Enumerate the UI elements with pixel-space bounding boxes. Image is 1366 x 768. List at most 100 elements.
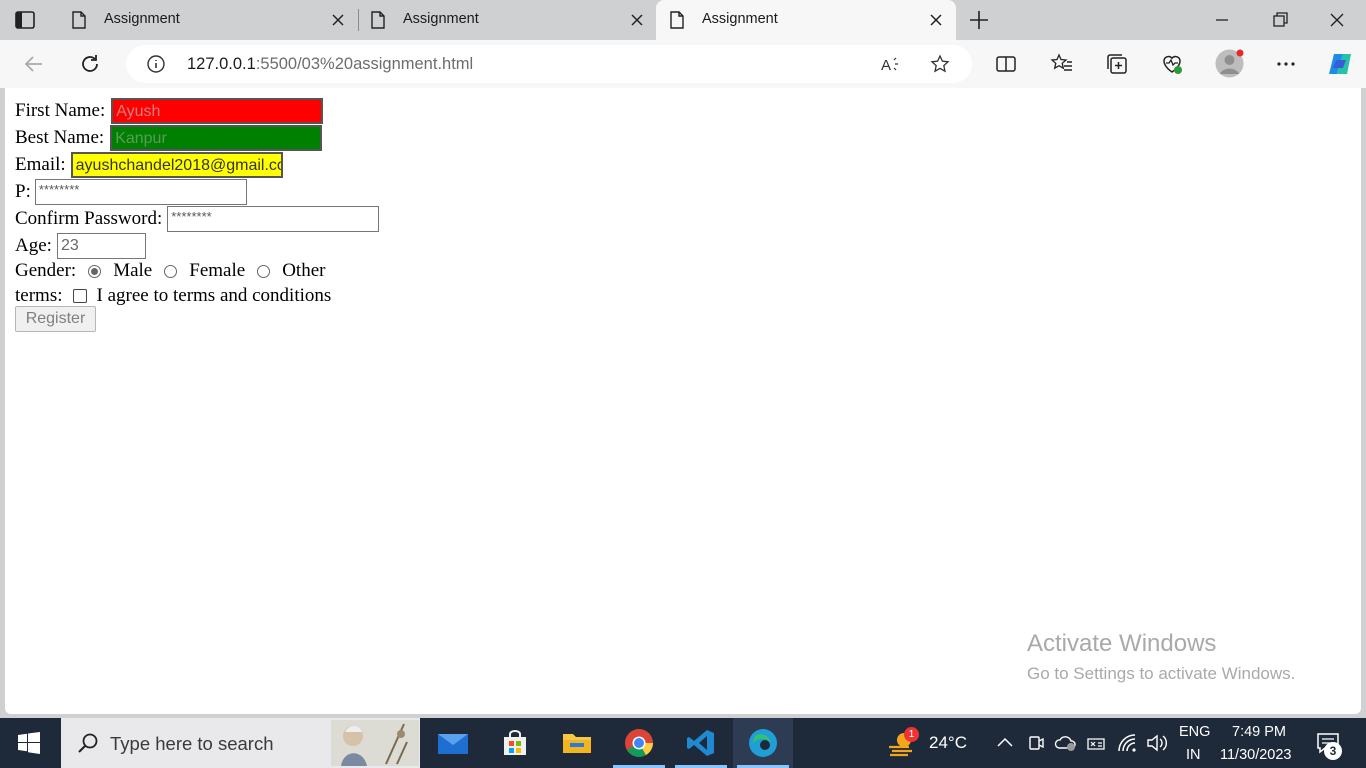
split-screen-icon[interactable]	[994, 52, 1018, 76]
copilot-icon[interactable]	[1326, 50, 1354, 78]
tab-title: Assignment	[104, 11, 180, 27]
gender-other-label: Other	[282, 260, 326, 281]
back-icon[interactable]	[22, 52, 46, 76]
close-window-icon[interactable]	[1327, 10, 1347, 30]
gender-other-radio[interactable]	[257, 264, 271, 278]
url-text[interactable]: 127.0.0.1:5500/03%20assignment.html	[187, 55, 473, 74]
age-row: Age: 23	[15, 233, 146, 259]
volume-icon[interactable]	[1145, 732, 1167, 754]
search-highlight-image	[331, 720, 419, 766]
region-indicator[interactable]: IN	[1186, 747, 1201, 763]
browser-essentials-icon[interactable]	[1160, 52, 1184, 76]
svg-text:A: A	[881, 57, 891, 74]
terms-text: I agree to terms and conditions	[96, 285, 332, 306]
activate-windows-title: Activate Windows	[1027, 630, 1217, 657]
gender-male-radio[interactable]	[88, 264, 102, 278]
tab-1[interactable]: Assignment	[58, 0, 358, 40]
first-name-label: First Name:	[15, 100, 106, 121]
url-host: 127.0.0.1	[187, 55, 256, 73]
address-bar[interactable]: 127.0.0.1:5500/03%20assignment.html A	[126, 45, 972, 83]
page-viewport: First Name: Ayush Best Name: Kanpur Emai…	[5, 88, 1361, 714]
age-input[interactable]: 23	[56, 233, 146, 259]
password-label: P:	[15, 181, 31, 202]
email-label: Email:	[15, 154, 66, 175]
taskbar-vscode[interactable]	[671, 718, 731, 768]
terms-row: terms: I agree to terms and conditions	[15, 285, 331, 307]
email-row: Email: ayushchandel2018@gmail.com	[15, 152, 283, 178]
wifi-icon[interactable]	[1116, 732, 1138, 754]
best-name-row: Best Name: Kanpur	[15, 125, 323, 151]
taskbar-store[interactable]	[485, 718, 545, 768]
gender-label: Gender:	[15, 260, 77, 281]
terms-label: terms:	[15, 285, 63, 306]
tab-actions-icon[interactable]	[14, 9, 36, 31]
restore-icon[interactable]	[1270, 10, 1290, 30]
page-icon	[670, 11, 684, 29]
taskbar-edge[interactable]	[733, 718, 793, 768]
taskbar-mail[interactable]	[423, 718, 483, 768]
gender-female-label: Female	[189, 260, 246, 281]
activate-windows-subtitle: Go to Settings to activate Windows.	[1027, 664, 1296, 683]
first-name-input[interactable]: Ayush	[111, 98, 324, 124]
tab-2[interactable]: Assignment	[357, 0, 657, 40]
tab-title: Assignment	[403, 11, 479, 27]
onedrive-icon[interactable]	[1054, 733, 1078, 753]
password-row: P: ********	[15, 179, 247, 205]
close-tab-icon[interactable]	[330, 12, 346, 28]
minimize-icon[interactable]	[1212, 10, 1232, 30]
page-icon	[371, 11, 385, 29]
taskbar: Type here to search 1 24°C ENG IN 7:49 P…	[0, 718, 1366, 768]
taskbar-chrome[interactable]	[609, 718, 669, 768]
best-name-label: Best Name:	[15, 127, 105, 148]
taskbar-search[interactable]: Type here to search	[61, 718, 420, 768]
email-input[interactable]: ayushchandel2018@gmail.com	[70, 152, 283, 178]
temperature[interactable]: 24°C	[929, 733, 967, 753]
confirm-password-input[interactable]: ********	[167, 206, 380, 232]
page-icon	[72, 11, 86, 29]
tab-3-active[interactable]: Assignment	[656, 0, 956, 40]
first-name-row: First Name: Ayush	[15, 98, 324, 124]
gender-female-radio[interactable]	[164, 264, 178, 278]
taskbar-file-explorer[interactable]	[547, 718, 607, 768]
file-explorer-icon	[563, 734, 591, 753]
mail-icon	[438, 734, 468, 754]
refresh-icon[interactable]	[78, 52, 102, 76]
tab-title: Assignment	[702, 11, 778, 27]
close-tab-icon[interactable]	[629, 12, 645, 28]
confirm-password-label: Confirm Password:	[15, 208, 163, 229]
gender-row: Gender: Male Female Other	[15, 260, 325, 282]
store-icon	[504, 730, 526, 755]
avatar-icon	[1215, 49, 1244, 78]
read-aloud-icon[interactable]: A	[880, 54, 900, 74]
clock-date[interactable]: 11/30/2023	[1220, 747, 1292, 763]
more-options-icon[interactable]	[1274, 52, 1298, 76]
clock-time[interactable]: 7:49 PM	[1232, 724, 1286, 740]
browser-toolbar: 127.0.0.1:5500/03%20assignment.html A	[0, 40, 1366, 88]
tab-strip: Assignment Assignment Assignment	[0, 0, 1366, 40]
url-path: :5500/03%20assignment.html	[255, 55, 474, 73]
info-icon[interactable]	[146, 54, 166, 74]
vscode-icon	[687, 730, 714, 756]
password-input[interactable]: ********	[34, 179, 247, 205]
new-tab-icon[interactable]	[968, 9, 990, 31]
confirm-password-row: Confirm Password: ********	[15, 206, 380, 232]
register-button[interactable]: Register	[15, 306, 96, 332]
search-icon	[78, 733, 98, 753]
favorites-icon[interactable]	[1050, 52, 1074, 76]
keyboard-icon[interactable]	[1085, 733, 1107, 753]
profile-avatar[interactable]	[1215, 49, 1244, 78]
close-tab-icon[interactable]	[928, 12, 944, 28]
language-indicator[interactable]: ENG	[1179, 724, 1210, 740]
favorite-star-icon[interactable]	[930, 54, 950, 74]
search-placeholder: Type here to search	[110, 733, 274, 754]
meet-now-icon[interactable]	[1027, 733, 1045, 753]
weather-badge: 1	[904, 727, 919, 742]
best-name-input[interactable]: Kanpur	[110, 125, 323, 151]
gender-male-label: Male	[113, 260, 153, 281]
notification-count: 3	[1324, 742, 1342, 760]
collections-icon[interactable]	[1105, 52, 1129, 76]
terms-checkbox[interactable]	[72, 289, 87, 303]
windows-start-icon[interactable]	[18, 732, 40, 754]
chevron-up-icon[interactable]	[996, 735, 1014, 749]
chrome-icon	[625, 729, 653, 757]
